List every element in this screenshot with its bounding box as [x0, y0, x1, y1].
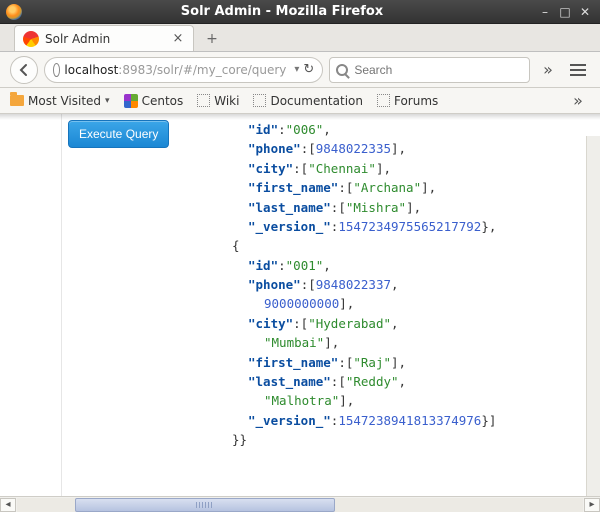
url-host: localhost: [64, 63, 118, 77]
folder-icon: [10, 95, 24, 106]
tab-solr-admin[interactable]: Solr Admin ×: [14, 25, 194, 51]
tab-strip: Solr Admin × +: [0, 24, 600, 52]
search-bar[interactable]: [329, 57, 530, 83]
new-tab-button[interactable]: +: [200, 31, 224, 51]
nav-toolbar: localhost:8983/solr/#/my_core/query ▾ ↻: [0, 52, 600, 88]
hamburger-icon: [570, 64, 586, 76]
vertical-scrollbar[interactable]: [586, 136, 600, 496]
bookmark-label: Centos: [142, 94, 184, 108]
bookmark-label: Wiki: [214, 94, 239, 108]
bookmark-label: Documentation: [270, 94, 363, 108]
query-panel: Execute Query: [62, 114, 210, 496]
url-dropdown-icon[interactable]: ▾: [294, 64, 299, 75]
tab-close-button[interactable]: ×: [171, 32, 185, 46]
chevron-down-icon: ▾: [105, 96, 110, 106]
menu-button[interactable]: [566, 58, 590, 82]
page-icon: [253, 94, 266, 107]
page-content: Execute Query "id":"006", "phone":[98480…: [0, 114, 600, 496]
window-title: Solr Admin - Mozilla Firefox: [30, 4, 534, 19]
bookmark-label: Most Visited: [28, 94, 101, 108]
result-panel: "id":"006", "phone":[9848022335], "city"…: [210, 114, 600, 496]
horizontal-scrollbar: ◂ ▸: [0, 496, 600, 512]
bookmark-forums[interactable]: Forums: [377, 94, 438, 108]
window-close-button[interactable]: ✕: [576, 4, 594, 20]
bookmark-wiki[interactable]: Wiki: [197, 94, 239, 108]
bookmarks-overflow-button[interactable]: [566, 89, 590, 113]
search-input[interactable]: [354, 63, 523, 77]
bookmark-label: Forums: [394, 94, 438, 108]
reload-button[interactable]: ↻: [303, 62, 314, 77]
page-icon: [377, 94, 390, 107]
overflow-button[interactable]: [536, 58, 560, 82]
scroll-left-button[interactable]: ◂: [0, 498, 16, 512]
url-bar[interactable]: localhost:8983/solr/#/my_core/query ▾ ↻: [44, 57, 323, 83]
search-icon: [336, 64, 348, 76]
bookmarks-toolbar: Most Visited▾ Centos Wiki Documentation …: [0, 88, 600, 114]
page-icon: [197, 94, 210, 107]
url-path: :8983/solr/#/my_core/query: [118, 63, 286, 77]
execute-query-button[interactable]: Execute Query: [68, 120, 169, 148]
window-maximize-button[interactable]: □: [556, 4, 574, 20]
firefox-icon: [6, 4, 22, 20]
centos-icon: [124, 94, 138, 108]
back-button[interactable]: [10, 56, 38, 84]
scroll-right-button[interactable]: ▸: [584, 498, 600, 512]
solr-icon: [23, 31, 39, 47]
window-titlebar: Solr Admin - Mozilla Firefox – □ ✕: [0, 0, 600, 24]
hscroll-track[interactable]: [17, 498, 583, 512]
right-gutter: [586, 114, 600, 496]
globe-icon: [53, 63, 60, 77]
bookmark-documentation[interactable]: Documentation: [253, 94, 363, 108]
bookmark-centos[interactable]: Centos: [124, 94, 184, 108]
window-minimize-button[interactable]: –: [536, 4, 554, 20]
left-panel: [0, 114, 62, 496]
hscroll-thumb[interactable]: [75, 498, 335, 512]
tab-label: Solr Admin: [45, 32, 171, 46]
bookmark-most-visited[interactable]: Most Visited ▾: [10, 94, 110, 108]
